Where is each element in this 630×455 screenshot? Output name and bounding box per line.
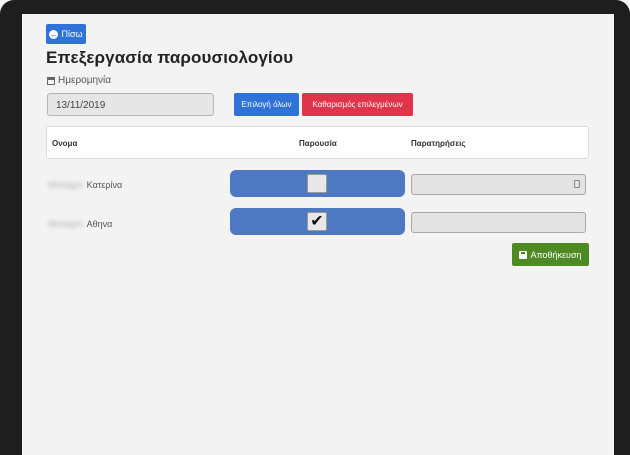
student-name: Μπλαμπ Κατερίνα (48, 180, 122, 190)
arrow-left-circle-icon: ← (49, 29, 59, 39)
header-name: Ονομα (52, 139, 78, 148)
calendar-icon (47, 76, 55, 85)
notes-input[interactable] (411, 212, 586, 233)
presence-cell: ✔ (230, 208, 405, 235)
date-field[interactable]: 13/11/2019 (47, 93, 214, 116)
student-surname-blurred: Μπλαμπ (48, 180, 83, 190)
field-icon (574, 180, 580, 188)
student-surname-blurred: Μπλαμπ (48, 219, 83, 229)
page-title: Επεξεργασία παρουσιολογίου (46, 48, 294, 67)
presence-cell (230, 170, 405, 197)
header-notes: Παρατηρήσεις (411, 139, 466, 148)
table-header: Ονομα Παρουσία Παρατηρήσεις (46, 126, 589, 159)
header-presence: Παρουσία (299, 139, 337, 148)
presence-checkbox[interactable]: ✔ (307, 212, 327, 231)
student-first-name: Αθηνα (86, 219, 113, 229)
date-label: Ημερομηνία (47, 75, 111, 86)
select-all-button[interactable]: Επιλογή όλων (234, 93, 299, 116)
student-first-name: Κατερίνα (86, 180, 123, 190)
student-name: Μπλαμπ Αθηνα (48, 219, 112, 229)
floppy-disk-icon (519, 250, 528, 259)
save-button[interactable]: Αποθήκευση (512, 243, 589, 266)
date-label-text: Ημερομηνία (58, 75, 112, 86)
app-screen: ← Πίσω Επεξεργασία παρουσιολογίου Ημερομ… (22, 14, 614, 455)
notes-input[interactable] (411, 174, 586, 195)
save-button-label: Αποθήκευση (530, 249, 582, 260)
clear-selected-button[interactable]: Καθαρισμός επιλεγμένων (302, 93, 413, 116)
back-button[interactable]: ← Πίσω (46, 24, 86, 44)
presence-checkbox[interactable] (307, 174, 327, 193)
back-button-label: Πίσω (61, 29, 83, 39)
